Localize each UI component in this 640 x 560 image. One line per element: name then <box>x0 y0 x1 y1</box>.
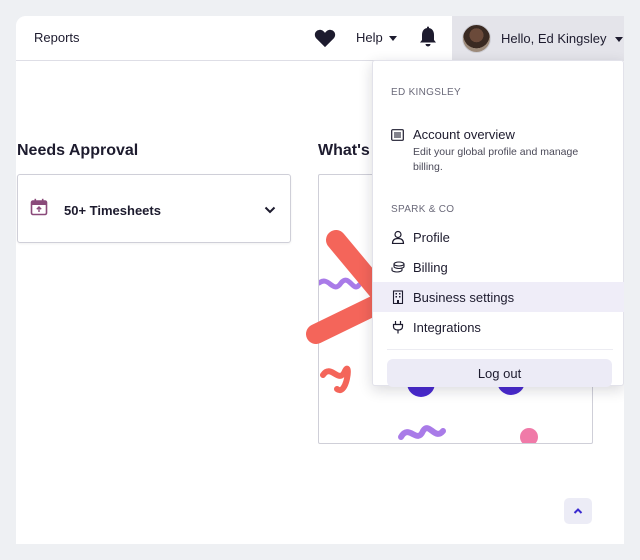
menu-divider <box>387 349 613 350</box>
list-icon <box>391 129 404 141</box>
help-label: Help <box>356 30 383 45</box>
scroll-to-top-button[interactable] <box>564 498 592 524</box>
chevron-down-icon[interactable] <box>264 205 276 215</box>
user-icon <box>391 230 405 244</box>
user-menu-button[interactable]: Hello, Ed Kingsley <box>452 16 624 61</box>
menu-item-business-settings[interactable]: Business settings <box>373 282 624 312</box>
account-overview-title: Account overview <box>413 127 515 142</box>
help-menu-button[interactable]: Help <box>356 30 397 45</box>
timesheets-card[interactable]: 50+ Timesheets <box>17 174 291 243</box>
menu-item-billing[interactable]: Billing <box>373 252 624 282</box>
app-window: Reports Help Hello, Ed Kingsley Needs Ap… <box>16 16 624 544</box>
menu-item-label: Billing <box>413 259 448 275</box>
avatar <box>462 24 491 53</box>
coins-icon <box>391 261 405 273</box>
plug-icon <box>392 321 404 334</box>
bell-icon[interactable] <box>418 26 438 48</box>
building-icon <box>392 290 404 304</box>
user-section-label: ED KINGSLEY <box>391 87 461 98</box>
menu-item-label: Business settings <box>413 289 515 305</box>
chevron-up-icon <box>573 508 583 514</box>
top-bar: Reports Help Hello, Ed Kingsley <box>16 16 624 61</box>
menu-item-profile[interactable]: Profile <box>373 222 624 252</box>
user-dropdown-menu: ED KINGSLEY Account overview Edit your g… <box>372 60 624 387</box>
menu-item-label: Profile <box>413 229 450 245</box>
heart-icon[interactable] <box>314 28 336 48</box>
nav-reports-link[interactable]: Reports <box>34 30 80 45</box>
chevron-down-icon <box>388 36 397 41</box>
calendar-icon <box>30 198 48 216</box>
user-greeting: Hello, Ed Kingsley <box>501 31 607 46</box>
needs-approval-title: Needs Approval <box>17 142 139 159</box>
timesheets-label: 50+ Timesheets <box>64 203 161 218</box>
account-overview-description: Edit your global profile and manage bill… <box>413 146 579 173</box>
menu-item-label: Integrations <box>413 319 481 335</box>
logout-button[interactable]: Log out <box>387 359 612 387</box>
menu-item-integrations[interactable]: Integrations <box>373 312 624 342</box>
whats-new-title: What's <box>318 142 370 159</box>
chevron-down-icon <box>614 37 623 42</box>
org-section-label: SPARK & CO <box>391 204 455 215</box>
